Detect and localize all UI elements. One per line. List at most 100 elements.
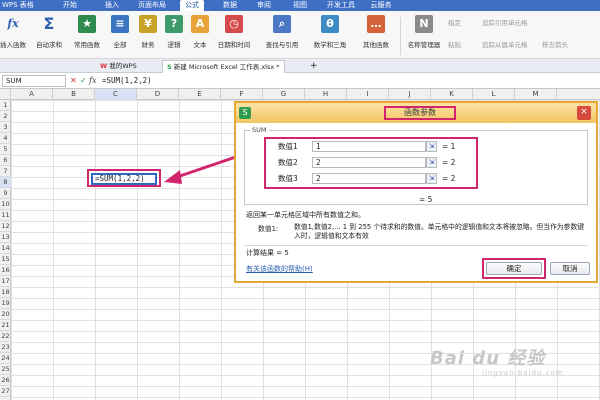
row-header-cell[interactable]: 17 (0, 276, 11, 287)
column-header-cell[interactable]: M (515, 89, 557, 100)
watermark-text: Bai du 经验 (430, 348, 546, 369)
insert-function-button[interactable]: fx 插入函数 (0, 15, 26, 57)
remove-arrows-button[interactable]: 移去箭头 (542, 39, 568, 51)
column-header-cell[interactable]: J (389, 89, 431, 100)
dialog-divider (244, 245, 588, 246)
column-header-cell[interactable]: I (347, 89, 389, 100)
row-header-cell[interactable]: 20 (0, 309, 11, 320)
row-header-cell[interactable]: 5 (0, 144, 11, 155)
lookup-button[interactable]: ⌕ 查找与引用 (260, 15, 304, 57)
app-title[interactable]: WPS 表格 (0, 0, 52, 11)
menu-view[interactable]: 视图 (288, 0, 312, 11)
row-header-cell[interactable]: 8 (0, 177, 11, 188)
row-header-cell[interactable]: 22 (0, 331, 11, 342)
row-header-cell[interactable]: 6 (0, 155, 11, 166)
name-manager-icon: N (415, 15, 433, 33)
row-header-cell[interactable]: 12 (0, 221, 11, 232)
row-header-cell[interactable]: 10 (0, 199, 11, 210)
menu-formulas[interactable]: 公式 (180, 0, 204, 11)
formula-input[interactable]: =SUM(1,2,2) (98, 75, 596, 87)
column-header-cell[interactable]: G (263, 89, 305, 100)
ok-button-highlight (482, 258, 546, 279)
row-header-cell[interactable]: 1 (0, 100, 11, 111)
column-header-cell[interactable]: K (431, 89, 473, 100)
argument-result: = 1 (442, 142, 456, 151)
row-header-cell[interactable]: 13 (0, 232, 11, 243)
range-select-icon[interactable]: ⇲ (426, 173, 437, 184)
argument-1-input[interactable]: 1 (312, 141, 426, 152)
dialog-close-button[interactable]: × (577, 106, 591, 120)
row-header-cell[interactable]: 7 (0, 166, 11, 177)
row-header-cell[interactable]: 24 (0, 353, 11, 364)
menu-insert[interactable]: 插入 (100, 0, 124, 11)
ribbon: fx 插入函数 Σ 自动求和 ★ 常用函数 ≡ 全部 ¥ 财务 ? 逻辑 A 文… (0, 11, 600, 59)
row-header-cell[interactable]: 3 (0, 122, 11, 133)
name-box[interactable]: SUM (2, 75, 66, 87)
menu-cloud[interactable]: 云服务 (366, 0, 396, 11)
tab-my-wps[interactable]: W 我的WPS (96, 60, 141, 73)
confirm-icon[interactable]: ✓ (80, 76, 87, 85)
active-cell-highlight (87, 169, 161, 187)
all-functions-button[interactable]: ≡ 全部 (108, 15, 132, 57)
row-header-cell[interactable]: 19 (0, 298, 11, 309)
define-name-button[interactable]: 指定 (448, 17, 461, 29)
argument-result: = 2 (442, 174, 456, 183)
column-header-cell[interactable]: F (221, 89, 263, 100)
menu-home[interactable]: 开始 (58, 0, 82, 11)
row-header-cell[interactable]: 21 (0, 320, 11, 331)
row-header-cell[interactable]: 15 (0, 254, 11, 265)
text-button[interactable]: A 文本 (188, 15, 212, 57)
trace-dependents-button[interactable]: 追踪从属单元格 (482, 39, 528, 51)
menu-review[interactable]: 审阅 (252, 0, 276, 11)
range-select-icon[interactable]: ⇲ (426, 157, 437, 168)
row-header-cell[interactable]: 9 (0, 188, 11, 199)
column-header-cell[interactable]: D (137, 89, 179, 100)
math-button[interactable]: θ 数学和三角 (308, 15, 352, 57)
insert-function-icon: fx (7, 17, 19, 30)
row-header-cell[interactable]: 11 (0, 210, 11, 221)
row-header-cell[interactable]: 2 (0, 111, 11, 122)
column-header-cell[interactable]: B (53, 89, 95, 100)
column-header-cell[interactable]: E (179, 89, 221, 100)
autosum-button[interactable]: Σ 自动求和 (32, 15, 66, 57)
trace-precedents-button[interactable]: 追踪引用单元格 (482, 17, 528, 29)
fx-icon[interactable]: fx (89, 76, 96, 85)
row-header-cell[interactable]: 25 (0, 364, 11, 375)
function-help-link[interactable]: 有关该函数的帮助(H) (246, 264, 313, 274)
finance-button[interactable]: ¥ 财务 (136, 15, 160, 57)
finance-icon: ¥ (139, 15, 157, 33)
paste-name-button[interactable]: 粘贴 (448, 39, 461, 51)
function-description: 返回某一单元格区域中所有数值之和。 (246, 211, 365, 219)
row-header-cell[interactable]: 26 (0, 375, 11, 386)
row-header-cell[interactable]: 27 (0, 386, 11, 397)
common-function-icon: ★ (78, 15, 96, 33)
logic-button[interactable]: ? 逻辑 (162, 15, 186, 57)
range-select-icon[interactable]: ⇲ (426, 141, 437, 152)
column-header-cell[interactable]: C (95, 89, 137, 100)
column-header-cell[interactable]: H (305, 89, 347, 100)
argument-3-input[interactable]: 2 (312, 173, 426, 184)
logic-icon: ? (165, 15, 183, 33)
column-header-cell[interactable]: A (11, 89, 53, 100)
other-functions-button[interactable]: … 其他函数 (356, 15, 396, 57)
function-arguments-dialog: S 函数参数 × SUM 数值1 1 ⇲ = 1 数值2 2 ⇲ = 2 数值3… (234, 101, 598, 283)
date-time-button[interactable]: ◷ 日期和时间 (214, 15, 254, 57)
cancel-button[interactable]: 取消 (550, 262, 590, 275)
lookup-icon: ⌕ (273, 15, 291, 33)
tab-workbook[interactable]: S 新建 Microsoft Excel 工作表.xlsx * (162, 60, 285, 73)
select-all-corner[interactable] (0, 89, 11, 100)
menu-developer[interactable]: 开发工具 (324, 0, 358, 11)
name-manager-button[interactable]: N 名称管理器 (404, 15, 444, 57)
argument-2-input[interactable]: 2 (312, 157, 426, 168)
cancel-icon[interactable]: ✕ (70, 76, 77, 85)
row-header-cell[interactable]: 23 (0, 342, 11, 353)
row-header-cell[interactable]: 4 (0, 133, 11, 144)
row-header-cell[interactable]: 18 (0, 287, 11, 298)
column-header-cell[interactable]: L (473, 89, 515, 100)
row-header-cell[interactable]: 16 (0, 265, 11, 276)
common-function-button[interactable]: ★ 常用函数 (70, 15, 104, 57)
new-tab-button[interactable]: + (306, 60, 322, 73)
row-header-cell[interactable]: 14 (0, 243, 11, 254)
menu-data[interactable]: 数据 (218, 0, 242, 11)
menu-page-layout[interactable]: 页面布局 (132, 0, 172, 11)
